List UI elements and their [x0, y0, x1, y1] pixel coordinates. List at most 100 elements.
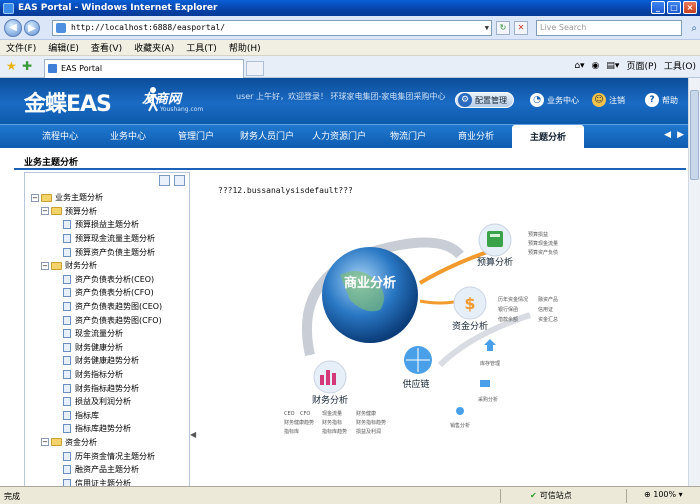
refresh-tree-icon[interactable]: [174, 175, 185, 186]
address-dropdown-icon[interactable]: ▼: [485, 21, 489, 35]
menu-tools[interactable]: 工具(T): [186, 41, 217, 54]
tree-item[interactable]: 预算资产负债主题分析: [29, 245, 189, 259]
tree-item[interactable]: 预算损益主题分析: [29, 218, 189, 232]
collapse-toggle-icon[interactable]: −: [41, 207, 49, 216]
tree-item[interactable]: 历年资金情况主题分析: [29, 449, 189, 463]
tree-label: 资产负债表分析(CEO): [75, 274, 155, 284]
back-button[interactable]: ◀: [4, 19, 22, 37]
menu-bar: 文件(F) 编辑(E) 查看(V) 收藏夹(A) 工具(T) 帮助(H): [0, 40, 700, 56]
window-controls: _ □ ×: [651, 1, 697, 14]
tree-item[interactable]: 资产负债表分析(CEO): [29, 273, 189, 287]
tab-process-center[interactable]: 流程中心: [42, 129, 78, 142]
folder-icon: [51, 261, 62, 270]
menu-view[interactable]: 查看(V): [91, 41, 122, 54]
zoom-level[interactable]: ⊕ 100% ▾: [644, 490, 683, 499]
tree-item[interactable]: 损益及利润分析: [29, 395, 189, 409]
maximize-button[interactable]: □: [667, 1, 681, 14]
dollar-icon: $: [464, 294, 475, 313]
menu-file[interactable]: 文件(F): [6, 41, 36, 54]
document-icon: [63, 288, 71, 298]
tools-menu[interactable]: 工具(O): [664, 59, 696, 72]
document-icon: [63, 424, 71, 434]
business-center-link[interactable]: ◔ 业务中心: [530, 92, 579, 108]
collapse-toggle-icon[interactable]: −: [41, 438, 49, 447]
tree-folder[interactable]: − 资金分析: [29, 436, 189, 450]
logout-link[interactable]: ☺ 注销: [592, 92, 625, 108]
checkmark-icon: ✔: [530, 491, 537, 500]
business-center-icon: ◔: [530, 93, 544, 107]
tab-logistics-portal[interactable]: 物流门户: [390, 129, 426, 142]
document-icon: [63, 220, 71, 230]
collapse-toggle-icon[interactable]: −: [41, 261, 49, 270]
budget-node[interactable]: 预算分析 预算损益 预算现金流量 预算资产负债: [477, 223, 558, 268]
tree-folder[interactable]: − 业务主题分析: [29, 191, 189, 205]
finance-node[interactable]: 财务分析 CEO CFO 现金流量 财务健康 财务健康趋势 财务指标 财务指标趋…: [284, 360, 386, 435]
browser-tab[interactable]: EAS Portal: [44, 59, 244, 78]
tree-label: 财务指标趋势分析: [75, 383, 139, 393]
eas-header: 金蝶EAS 友商网 Youshang.com user 上午好，欢迎登录！ 环球…: [0, 78, 700, 124]
menu-favorites[interactable]: 收藏夹(A): [134, 41, 174, 54]
tab-hr-portal[interactable]: 人力资源门户: [312, 129, 366, 142]
tree-item[interactable]: 指标库: [29, 409, 189, 423]
tab-finance-portal[interactable]: 财务人员门户: [240, 129, 294, 142]
new-tab-button[interactable]: [246, 61, 264, 76]
tree-item[interactable]: 预算现金流量主题分析: [29, 232, 189, 246]
help-icon: ?: [645, 93, 659, 107]
tree-item[interactable]: 财务指标趋势分析: [29, 381, 189, 395]
tree-item[interactable]: 资产负债表趋势图(CEO): [29, 300, 189, 314]
add-favorite-icon[interactable]: ✚: [22, 59, 32, 73]
tree-folder[interactable]: − 财务分析: [29, 259, 189, 273]
calculator-icon: [487, 231, 503, 247]
document-icon: [63, 410, 71, 420]
tree-label: 现金流量分析: [75, 329, 123, 339]
page-scrollbar[interactable]: [688, 78, 700, 486]
security-zone[interactable]: ✔ 可信站点: [530, 490, 572, 501]
finance-item: CFO: [300, 411, 310, 417]
home-icon[interactable]: ⌂▾: [574, 61, 584, 71]
tree-item[interactable]: 现金流量分析: [29, 327, 189, 341]
tree-item[interactable]: 资产负债表趋势图(CFO): [29, 313, 189, 327]
tree-item[interactable]: 融资产品主题分析: [29, 463, 189, 477]
finance-item: CEO: [284, 411, 295, 417]
supply-title: 供应链: [402, 378, 429, 390]
tab-theme-analysis[interactable]: 主题分析: [512, 125, 585, 149]
scrollbar-thumb[interactable]: [690, 90, 699, 180]
tree-item[interactable]: 指标库趋势分析: [29, 422, 189, 436]
page-menu[interactable]: 页面(P): [626, 59, 656, 72]
document-icon: [63, 247, 71, 257]
menu-help[interactable]: 帮助(H): [229, 41, 261, 54]
feeds-icon[interactable]: ◉: [592, 61, 600, 71]
nav-scroll-arrows[interactable]: ◀▶: [664, 130, 690, 140]
close-button[interactable]: ×: [683, 1, 697, 14]
window-title: EAS Portal - Windows Internet Explorer: [18, 3, 218, 13]
tab-business-center[interactable]: 业务中心: [110, 129, 146, 142]
finance-title: 财务分析: [312, 394, 348, 406]
supply-item: 库存管理: [480, 360, 500, 367]
refresh-icon[interactable]: ↻: [496, 21, 510, 35]
print-icon[interactable]: ▤▾: [606, 61, 619, 71]
favorites-star-icon[interactable]: ★: [6, 59, 17, 73]
document-icon: [63, 451, 71, 461]
collapse-all-icon[interactable]: [159, 175, 170, 186]
tree-label: 资产负债表趋势图(CFO): [75, 315, 162, 325]
tree-item[interactable]: 财务健康分析: [29, 341, 189, 355]
budget-item: 预算现金流量: [528, 240, 558, 247]
minimize-button[interactable]: _: [651, 1, 665, 14]
tree-item[interactable]: 资产负债表分析(CFO): [29, 286, 189, 300]
help-link[interactable]: ? 帮助: [645, 92, 678, 108]
forward-button[interactable]: ▶: [24, 20, 40, 36]
collapse-toggle-icon[interactable]: −: [31, 193, 39, 202]
nav-prev-icon[interactable]: ◀: [664, 130, 677, 140]
tab-business-analysis[interactable]: 商业分析: [458, 129, 494, 142]
address-field[interactable]: http://localhost:6888/easportal/ ▼: [52, 20, 492, 36]
tree-item[interactable]: 财务健康趋势分析: [29, 354, 189, 368]
search-input[interactable]: Live Search ⌕: [536, 20, 697, 36]
menu-edit[interactable]: 编辑(E): [48, 41, 79, 54]
search-icon[interactable]: ⌕: [691, 22, 697, 36]
tab-management-portal[interactable]: 管理门户: [178, 129, 214, 142]
tree-folder[interactable]: − 预算分析: [29, 205, 189, 219]
splitter-handle-icon[interactable]: ◀: [190, 430, 196, 439]
config-button[interactable]: ⚙ 配置管理: [455, 92, 514, 108]
stop-icon[interactable]: ✕: [514, 21, 528, 35]
tree-item[interactable]: 财务指标分析: [29, 368, 189, 382]
